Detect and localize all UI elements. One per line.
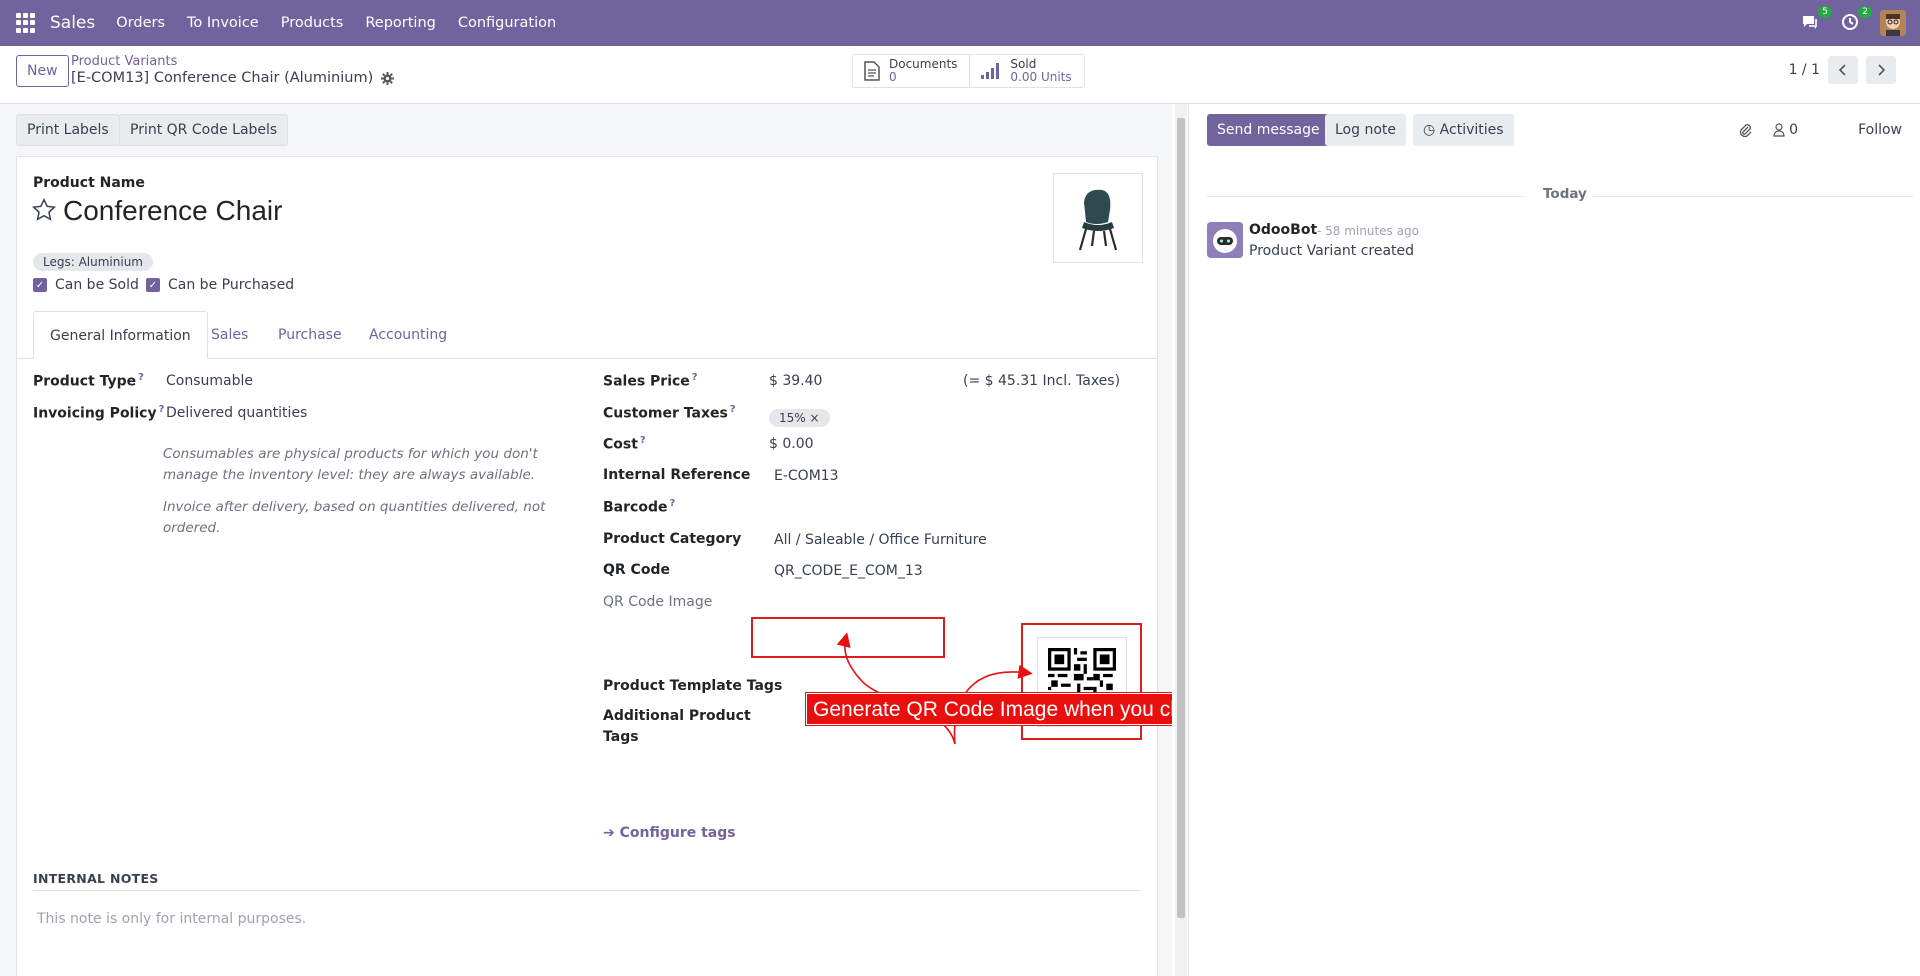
- sold-value: 0.00 Units: [1010, 70, 1072, 84]
- odoobot-avatar[interactable]: [1207, 222, 1243, 258]
- signal-chart-icon: [981, 63, 1000, 79]
- log-note-button[interactable]: Log note: [1325, 114, 1406, 146]
- chatter-topbar-right: 0 Follow: [1737, 122, 1902, 138]
- sold-smart-button[interactable]: Sold 0.00 Units: [969, 55, 1083, 87]
- top-navbar: Sales Orders To Invoice Products Reporti…: [0, 0, 1920, 46]
- menu-products[interactable]: Products: [270, 15, 355, 31]
- annotation-callout: Generate QR Code Image when you change Q…: [806, 693, 1172, 725]
- activities-icon[interactable]: 2: [1840, 6, 1872, 34]
- messages-icon[interactable]: 5: [1800, 6, 1832, 34]
- document-icon: [864, 61, 880, 81]
- pager-next-button[interactable]: [1866, 56, 1896, 84]
- messages-badge: 5: [1818, 6, 1832, 18]
- menu-reporting[interactable]: Reporting: [354, 15, 447, 31]
- control-panel: New Product Variants [E-COM13] Conferenc…: [0, 46, 1920, 104]
- menu-configuration[interactable]: Configuration: [447, 15, 567, 31]
- documents-value: 0: [889, 70, 897, 84]
- breadcrumb-product-variants[interactable]: Product Variants: [71, 54, 177, 69]
- chevron-left-icon: [1838, 64, 1846, 76]
- activities-button[interactable]: ◷ Activities: [1413, 114, 1514, 146]
- date-separator: Today: [1207, 186, 1920, 206]
- breadcrumb-current: [E-COM13] Conference Chair (Aluminium): [71, 70, 395, 86]
- form-area: Print Labels Print QR Code Labels Produc…: [0, 104, 1172, 976]
- scrollbar-thumb[interactable]: [1177, 118, 1185, 918]
- pager-value: 1 / 1: [1788, 62, 1820, 78]
- date-separator-label: Today: [1543, 186, 1587, 202]
- followers-count: 0: [1789, 122, 1799, 138]
- menu-to-invoice[interactable]: To Invoice: [176, 15, 270, 31]
- follow-button[interactable]: Follow: [1858, 122, 1902, 138]
- gear-icon[interactable]: [381, 71, 395, 85]
- documents-smart-button[interactable]: Documents 0: [853, 55, 969, 87]
- chatter-panel: Send message Log note ◷ Activities 0 Fol…: [1188, 104, 1920, 976]
- chevron-right-icon: [1878, 64, 1886, 76]
- message-body: Product Variant created: [1249, 243, 1415, 259]
- send-message-button[interactable]: Send message: [1207, 114, 1330, 146]
- new-button[interactable]: New: [16, 55, 69, 87]
- message-time: - 58 minutes ago: [1317, 224, 1419, 238]
- annotation-arrows: [836, 632, 1033, 745]
- pager: 1 / 1: [1789, 56, 1896, 84]
- clock-icon: ◷: [1423, 122, 1436, 138]
- followers-button[interactable]: 0: [1773, 122, 1798, 138]
- record-title: [E-COM13] Conference Chair (Aluminium): [71, 70, 374, 86]
- menu-orders[interactable]: Orders: [105, 15, 176, 31]
- activities-badge: 2: [1858, 6, 1872, 18]
- message-author[interactable]: OdooBot: [1249, 222, 1317, 238]
- form-scrollbar[interactable]: [1175, 104, 1187, 976]
- user-avatar[interactable]: [1880, 10, 1906, 36]
- apps-menu-icon[interactable]: [16, 13, 36, 33]
- person-icon: [1773, 123, 1785, 137]
- smart-buttons: Documents 0 Sold 0.00 Units: [852, 54, 1085, 88]
- paperclip-icon[interactable]: [1737, 122, 1753, 138]
- documents-label: Documents: [889, 57, 958, 71]
- pager-previous-button[interactable]: [1828, 56, 1858, 84]
- app-name[interactable]: Sales: [50, 13, 95, 33]
